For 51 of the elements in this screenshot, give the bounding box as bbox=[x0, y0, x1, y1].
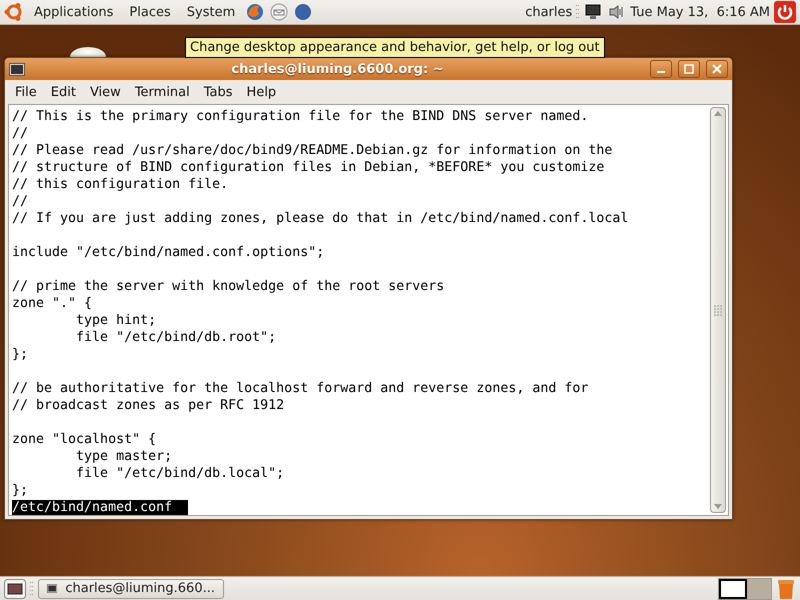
workspace[interactable] bbox=[719, 578, 747, 598]
panel-menu[interactable]: System bbox=[180, 4, 242, 20]
menu-item[interactable]: Help bbox=[240, 82, 282, 102]
code-line: include "/etc/bind/named.conf.options"; bbox=[12, 245, 324, 260]
code-line: }; bbox=[12, 347, 28, 362]
code-line: zone "localhost" { bbox=[12, 432, 156, 447]
taskbar-button[interactable]: charles@liuming.660... bbox=[38, 578, 224, 598]
code-line: // this configuration file. bbox=[12, 177, 228, 192]
code-line: file "/etc/bind/db.root"; bbox=[75, 330, 276, 345]
code-line: type hint; bbox=[75, 313, 156, 328]
power-icon[interactable] bbox=[774, 1, 796, 23]
code-line: // Please read /usr/share/doc/bind9/README.Debian.gz for information on the bbox=[12, 143, 612, 158]
code-line: // broadcast zones as per RFC 1912 bbox=[12, 398, 284, 413]
window-title: charles@liuming.6600.org: ~ bbox=[230, 62, 445, 76]
trash-icon[interactable] bbox=[776, 578, 796, 600]
clock-text[interactable]: Tue May 13, 6:16 AM bbox=[630, 4, 770, 20]
menu-item[interactable]: Terminal bbox=[128, 82, 196, 102]
maximize-button[interactable] bbox=[678, 60, 700, 78]
menu-item[interactable]: Tabs bbox=[198, 82, 239, 102]
code-line: // be authoritative for the localhost forward and reverse zones, and for bbox=[12, 381, 588, 396]
tooltip: Change desktop appearance and behavior, get help, or log out bbox=[185, 37, 605, 58]
workspace-switcher[interactable] bbox=[718, 578, 772, 600]
grip-icon[interactable] bbox=[714, 304, 722, 316]
code-line: // If you are just adding zones, please do that in /etc/bind/named.conf.local bbox=[12, 211, 628, 226]
minimize-icon bbox=[657, 71, 665, 73]
code-line: // prime the server with knowledge of the root servers bbox=[12, 279, 444, 294]
show-desktop-icon[interactable] bbox=[4, 578, 26, 598]
user-name: charles bbox=[525, 4, 572, 20]
code-line: type master; bbox=[75, 449, 172, 464]
code-line: file "/etc/bind/db.local"; bbox=[75, 466, 284, 481]
code-line: // This is the primary configuration file for the BIND DNS server named. bbox=[12, 109, 588, 124]
terminal-icon bbox=[47, 582, 58, 595]
close-button[interactable] bbox=[706, 60, 728, 78]
menu-item[interactable]: Edit bbox=[44, 82, 82, 102]
menu-item[interactable]: View bbox=[84, 82, 127, 102]
panel-menu[interactable]: Places bbox=[123, 4, 177, 20]
menu-item[interactable]: File bbox=[9, 82, 43, 102]
code-line: // bbox=[12, 126, 28, 141]
globe-icon[interactable] bbox=[245, 2, 266, 22]
envelope-icon[interactable] bbox=[269, 2, 290, 22]
close-icon bbox=[712, 64, 722, 74]
maximize-icon bbox=[684, 64, 694, 74]
code-line: }; bbox=[12, 483, 28, 498]
terminal-icon bbox=[9, 62, 25, 76]
code-line: // structure of BIND configuration files in Debian, *BEFORE* you customize bbox=[12, 160, 604, 175]
ubuntu-logo-icon[interactable] bbox=[4, 2, 24, 22]
code-line: zone "." { bbox=[12, 296, 92, 311]
scrollbar[interactable] bbox=[710, 107, 726, 513]
code-line: // bbox=[12, 194, 28, 209]
panel-menu[interactable]: Applications bbox=[28, 4, 120, 20]
minimize-button[interactable] bbox=[650, 60, 672, 78]
